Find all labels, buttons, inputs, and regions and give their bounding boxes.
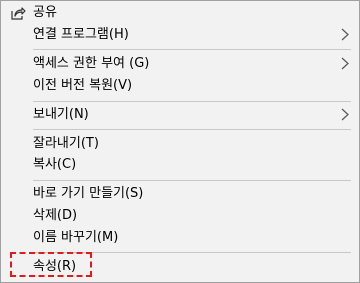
menu-item-share[interactable]: 공유 <box>1 2 359 23</box>
menu-item-label: 잘라내기(T) <box>33 136 99 151</box>
chevron-right-icon <box>341 108 349 121</box>
menu-item-restore-previous-versions[interactable]: 이전 버전 복원(V) <box>1 75 359 96</box>
separator <box>33 49 351 50</box>
menu-item-label: 이전 버전 복원(V) <box>33 78 133 93</box>
menu-item-copy[interactable]: 복사(C) <box>1 154 359 175</box>
share-icon <box>11 7 26 20</box>
menu-item-open-with[interactable]: 연결 프로그램(H) <box>1 24 359 45</box>
separator <box>33 180 351 181</box>
menu-item-label: 이름 바꾸기(M) <box>33 230 119 245</box>
menu-item-label: 복사(C) <box>33 157 77 172</box>
menu-item-label: 바로 가기 만들기(S) <box>33 186 144 201</box>
menu-item-give-access[interactable]: 액세스 권한 부여 (G) <box>1 53 359 74</box>
menu-item-label: 삭제(D) <box>33 208 78 223</box>
menu-item-delete[interactable]: 삭제(D) <box>1 205 359 226</box>
separator <box>33 129 351 130</box>
menu-item-send-to[interactable]: 보내기(N) <box>1 104 359 125</box>
menu-item-label: 액세스 권한 부여 (G) <box>33 56 150 71</box>
menu-item-create-shortcut[interactable]: 바로 가기 만들기(S) <box>1 183 359 204</box>
context-menu: 공유 연결 프로그램(H) 액세스 권한 부여 (G) 이전 버전 복원(V) … <box>0 0 360 283</box>
menu-item-cut[interactable]: 잘라내기(T) <box>1 133 359 154</box>
separator <box>33 101 351 102</box>
menu-item-label: 연결 프로그램(H) <box>33 27 129 42</box>
menu-item-rename[interactable]: 이름 바꾸기(M) <box>1 227 359 248</box>
menu-item-label: 공유 <box>33 5 57 20</box>
chevron-right-icon <box>341 57 349 70</box>
chevron-right-icon <box>341 28 349 41</box>
highlight-box <box>10 252 92 277</box>
menu-item-label: 보내기(N) <box>33 107 89 122</box>
